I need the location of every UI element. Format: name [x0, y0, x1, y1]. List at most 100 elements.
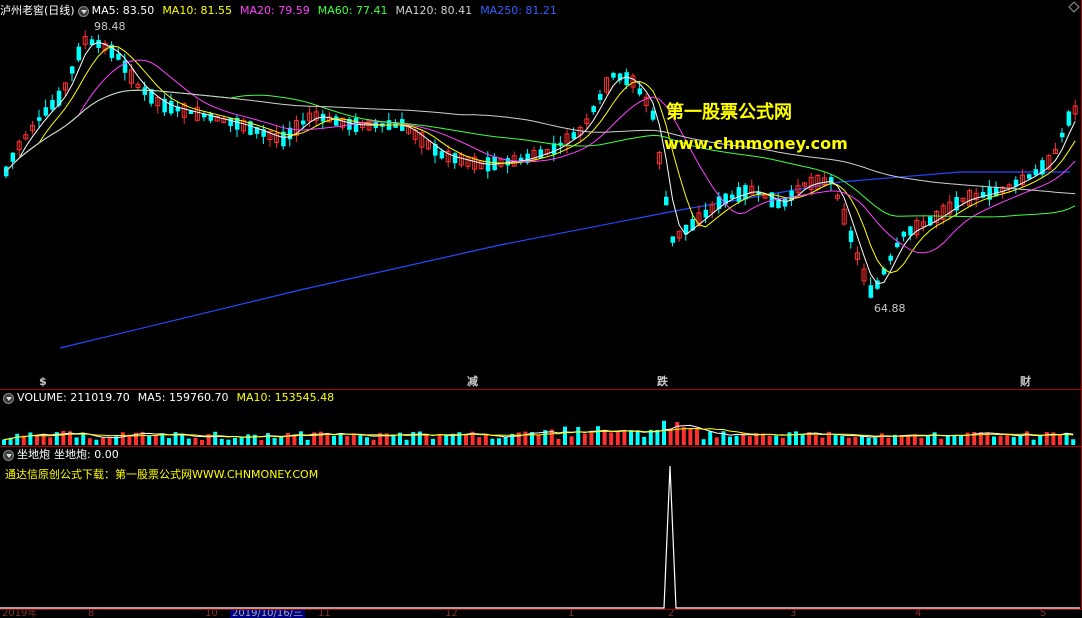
ma250-label: MA250: 81.21 — [480, 4, 557, 17]
volume-bar — [404, 439, 409, 445]
volume-bar — [662, 420, 666, 445]
date-tick: 1 — [568, 610, 575, 618]
candle — [637, 88, 643, 95]
candle — [452, 153, 458, 164]
volume-bar — [615, 432, 620, 445]
volume-bar — [332, 435, 336, 445]
ma10-label: MA10: 81.55 — [162, 4, 233, 17]
volume-bar — [239, 436, 244, 445]
volume-bar — [998, 436, 1003, 445]
volume-bar — [635, 431, 640, 445]
volume-bar — [945, 435, 950, 445]
volume-bar — [642, 436, 647, 445]
volume-bar — [259, 439, 264, 445]
volume-bar — [939, 438, 944, 445]
candle — [142, 87, 148, 95]
flag-fall[interactable]: 跌 — [657, 375, 668, 388]
volume-bar — [794, 431, 798, 445]
volume-bar — [965, 432, 970, 445]
volume-bar — [1071, 439, 1076, 445]
candle — [670, 236, 676, 243]
volume-bar — [219, 438, 224, 445]
volume-bar — [477, 437, 482, 445]
date-tick: 11 — [318, 610, 331, 618]
volume-bar — [226, 439, 231, 445]
volume-ma5: MA5: 159760.70 — [137, 391, 229, 404]
flag-dollar[interactable]: $ — [39, 375, 47, 388]
volume-bar — [81, 433, 86, 445]
ma20-label: MA20: 79.59 — [240, 4, 310, 17]
candle — [439, 151, 445, 159]
volume-bar — [358, 435, 363, 445]
dropdown-icon[interactable] — [3, 449, 14, 461]
volume-bar — [1058, 434, 1062, 445]
flag-finance[interactable]: 财 — [1020, 375, 1031, 388]
volume-bar — [985, 433, 990, 445]
ma120-label: MA120: 80.41 — [395, 4, 473, 17]
volume-bar — [576, 427, 581, 445]
indicator-panel-header: 坐地炮 坐地炮: 0.00 — [0, 446, 127, 464]
volume-bar — [556, 438, 561, 445]
volume-value: VOLUME: 211019.70 — [17, 391, 130, 404]
volume-bar — [193, 437, 198, 445]
volume-bar — [536, 434, 541, 445]
volume-bar — [490, 438, 495, 445]
volume-bar — [767, 435, 772, 445]
candle — [598, 93, 603, 101]
volume-bar — [483, 434, 488, 445]
volume-bar — [866, 437, 871, 445]
candle — [736, 187, 742, 202]
volume-bar — [1018, 435, 1023, 445]
candle — [888, 255, 893, 261]
date-cursor: 2019/10/16/三 — [230, 610, 306, 618]
volume-bar — [285, 432, 290, 445]
candle — [624, 72, 629, 86]
dropdown-icon[interactable] — [77, 5, 89, 17]
stock-chart[interactable] — [0, 0, 1082, 618]
date-tick: 8 — [88, 610, 95, 618]
candle — [116, 53, 121, 60]
volume-bar — [167, 438, 171, 445]
volume-bar — [800, 434, 805, 445]
volume-bar — [516, 432, 521, 445]
candle — [70, 66, 75, 74]
date-tick: 4 — [915, 610, 922, 618]
candle — [703, 209, 709, 218]
volume-bar — [780, 437, 785, 445]
volume-bar — [305, 439, 310, 445]
volume-bar — [563, 426, 567, 445]
volume-bar — [629, 430, 633, 445]
volume-bar — [853, 436, 858, 445]
candle — [10, 152, 16, 162]
candle — [611, 72, 616, 78]
candle — [868, 285, 874, 298]
flag-reduce[interactable]: 减 — [467, 375, 478, 388]
candle — [895, 242, 900, 248]
date-axis: 2019年 8 10 2019/10/16/三 11 12 1 2 3 4 5 — [0, 610, 1082, 618]
volume-bar — [464, 435, 468, 445]
volume-bar — [1011, 437, 1016, 445]
volume-bar — [61, 431, 66, 445]
watermark-url: www.chnmoney.com — [664, 134, 848, 153]
candle — [571, 132, 577, 139]
volume-bar — [338, 434, 343, 445]
volume-bar — [246, 434, 251, 445]
date-tick: 3 — [790, 610, 797, 618]
volume-bar — [213, 431, 218, 445]
dropdown-icon[interactable] — [3, 392, 14, 404]
volume-bar — [695, 428, 699, 445]
volume-bar — [417, 431, 422, 445]
volume-bar — [668, 428, 673, 445]
date-tick: 2 — [668, 610, 675, 618]
volume-bar — [503, 436, 508, 445]
volume-bar — [926, 435, 930, 445]
candle — [301, 120, 306, 125]
volume-bar — [873, 437, 878, 445]
candle — [908, 226, 913, 236]
volume-bar — [582, 433, 587, 445]
ma5-label: MA5: 83.50 — [91, 4, 155, 17]
date-tick: 5 — [1040, 610, 1047, 618]
candle — [169, 100, 174, 114]
volume-bar — [424, 435, 429, 445]
volume-bar — [932, 432, 937, 445]
